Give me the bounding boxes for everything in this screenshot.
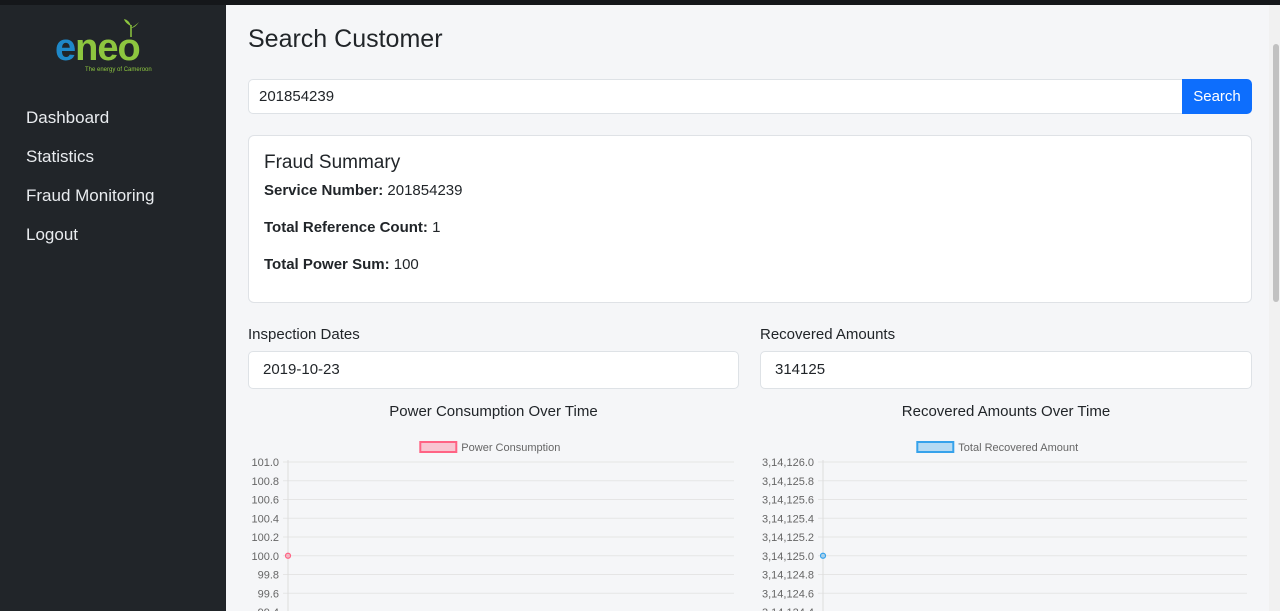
y-tick-label: 3,14,124.8 xyxy=(762,570,814,582)
scrollbar-thumb[interactable] xyxy=(1273,44,1279,302)
y-tick-label: 100.8 xyxy=(251,476,279,488)
y-tick-label: 3,14,124.6 xyxy=(762,588,814,600)
brand-logo[interactable]: eneo The energy of Cameroon xyxy=(55,19,175,79)
legend-swatch[interactable] xyxy=(916,441,955,453)
power-sum-row: Total Power Sum: 100 xyxy=(264,256,419,273)
power-sum-label: Total Power Sum: xyxy=(264,256,390,273)
reference-count-value: 1 xyxy=(432,219,441,236)
reference-count-row: Total Reference Count: 1 xyxy=(264,219,440,236)
search-bar: Search xyxy=(248,79,1252,114)
y-tick-label: 3,14,125.4 xyxy=(762,513,814,525)
recovered-chart-title: Recovered Amounts Over Time xyxy=(901,403,1111,420)
brand-wordmark: eneo xyxy=(55,27,141,69)
y-tick-label: 99.8 xyxy=(258,570,279,582)
y-tick-label: 3,14,125.8 xyxy=(762,476,814,488)
search-input[interactable] xyxy=(248,79,1182,114)
y-tick-label: 100.0 xyxy=(251,551,279,563)
recovered-amounts-field[interactable]: 314125 xyxy=(760,351,1252,389)
y-tick-label: 3,14,124.4 xyxy=(762,607,814,611)
data-point[interactable] xyxy=(819,552,827,559)
fraud-summary-title: Fraud Summary xyxy=(264,152,401,173)
brand-tagline: The energy of Cameroon xyxy=(85,67,152,73)
y-tick-label: 3,14,126.0 xyxy=(762,457,814,469)
sidebar: eneo The energy of Cameroon Dashboard St… xyxy=(0,5,225,611)
y-tick-label: 3,14,125.6 xyxy=(762,495,814,507)
y-tick-label: 100.4 xyxy=(251,513,279,525)
sidebar-item-logout[interactable]: Logout xyxy=(0,215,225,254)
recovered-amounts-chart[interactable]: Total Recovered Amount 3,14,126.0 3,14,125… xyxy=(760,430,1252,611)
y-tick-label: 100.2 xyxy=(251,532,279,544)
y-tick-label: 99.6 xyxy=(258,588,279,600)
legend-label[interactable]: Total Recovered Amount xyxy=(958,442,1078,454)
y-tick-label: 101.0 xyxy=(251,457,279,469)
search-button[interactable]: Search xyxy=(1182,79,1252,114)
y-tick-label: 99.4 xyxy=(258,607,279,611)
page-title: Search Customer xyxy=(248,25,443,53)
reference-count-label: Total Reference Count: xyxy=(264,219,428,236)
sidebar-nav: Dashboard Statistics Fraud Monitoring Lo… xyxy=(0,98,225,254)
fraud-summary-card: Fraud Summary Service Number: 201854239 … xyxy=(248,135,1252,303)
service-number-label: Service Number: xyxy=(264,182,384,199)
inspection-dates-field[interactable]: 2019-10-23 xyxy=(248,351,739,389)
legend-swatch[interactable] xyxy=(419,441,458,453)
service-number-value: 201854239 xyxy=(387,182,463,199)
power-consumption-chart[interactable]: Power Consumption 101.0 100.8 100.6 100.4 100… xyxy=(248,430,739,611)
power-chart-title: Power Consumption Over Time xyxy=(389,403,598,420)
y-tick-label: 3,14,125.2 xyxy=(762,532,814,544)
main-content: Search Customer Search Fraud Summary Ser… xyxy=(226,5,1269,611)
y-tick-label: 3,14,125.0 xyxy=(762,551,814,563)
sidebar-item-dashboard[interactable]: Dashboard xyxy=(0,98,225,137)
sidebar-item-fraud-monitoring[interactable]: Fraud Monitoring xyxy=(0,176,225,215)
y-tick-label: 100.6 xyxy=(251,495,279,507)
sidebar-item-statistics[interactable]: Statistics xyxy=(0,137,225,176)
service-number-row: Service Number: 201854239 xyxy=(264,182,462,199)
inspection-dates-label: Inspection Dates xyxy=(248,326,360,343)
recovered-amounts-label: Recovered Amounts xyxy=(760,326,896,343)
legend-label[interactable]: Power Consumption xyxy=(461,442,560,454)
data-point[interactable] xyxy=(284,552,292,559)
power-sum-value: 100 xyxy=(393,256,419,273)
